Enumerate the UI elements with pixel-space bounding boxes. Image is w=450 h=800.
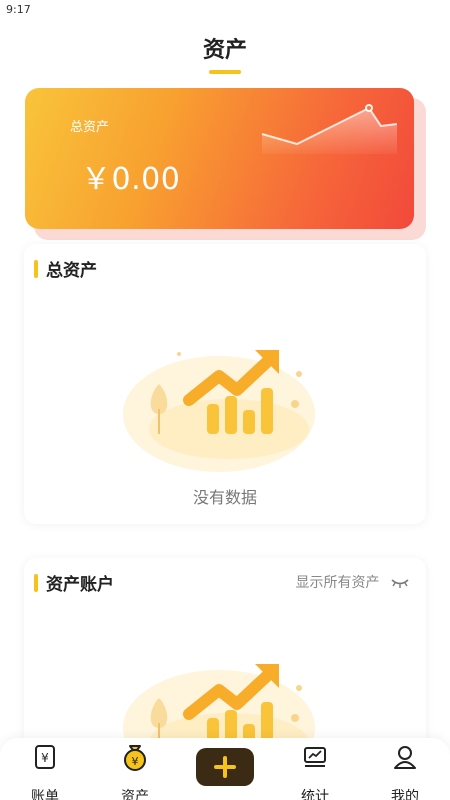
total-assets-card[interactable]: 总资产 ￥0.00	[25, 88, 414, 229]
total-assets-section-title: 总资产	[46, 261, 97, 281]
section-header: 总资产	[24, 256, 426, 281]
asset-accounts-section-title: 资产账户	[46, 575, 114, 595]
empty-chart-illustration	[123, 350, 315, 472]
nav-item-statistics[interactable]: 统计	[285, 742, 345, 800]
nav-item-profile[interactable]: 我的	[375, 742, 435, 800]
svg-text:¥: ¥	[41, 751, 49, 765]
add-record-button[interactable]	[196, 748, 254, 786]
plus-icon	[214, 756, 236, 778]
section-header: 资产账户 显示所有资产	[24, 570, 426, 595]
eye-closed-icon	[391, 579, 409, 588]
trend-graph-icon	[261, 104, 397, 154]
nav-label-profile: 我的	[391, 789, 419, 800]
page-title: 资产	[202, 38, 247, 63]
chart-icon	[304, 747, 326, 767]
nav-item-bills[interactable]: ¥ 账单	[15, 742, 75, 800]
nav-label-assets: 资产	[121, 789, 149, 800]
money-bag-icon: ¥	[124, 745, 146, 771]
status-bar: 9:17	[0, 0, 450, 20]
total-assets-section: 总资产 没有数据	[24, 244, 426, 524]
nav-item-assets[interactable]: ¥ 资产	[105, 742, 165, 800]
show-all-assets-label: 显示所有资产	[295, 575, 380, 591]
bottom-nav: ¥ 账单 ¥ 资产 统计 我的	[0, 738, 450, 800]
title-underline	[209, 70, 241, 74]
total-assets-label: 总资产	[70, 120, 110, 135]
show-all-assets-toggle[interactable]: 显示所有资产	[296, 572, 410, 592]
nav-label-statistics: 统计	[301, 789, 329, 800]
svg-text:¥: ¥	[132, 755, 139, 768]
user-icon	[394, 746, 416, 769]
nav-label-bills: 账单	[31, 789, 59, 800]
section-accent-bar	[34, 260, 38, 278]
empty-state-text: 没有数据	[192, 488, 257, 507]
total-assets-value: ￥0.00	[81, 162, 181, 197]
status-time: 9:17	[6, 3, 31, 16]
section-accent-bar	[34, 574, 38, 592]
bill-icon: ¥	[35, 745, 55, 769]
